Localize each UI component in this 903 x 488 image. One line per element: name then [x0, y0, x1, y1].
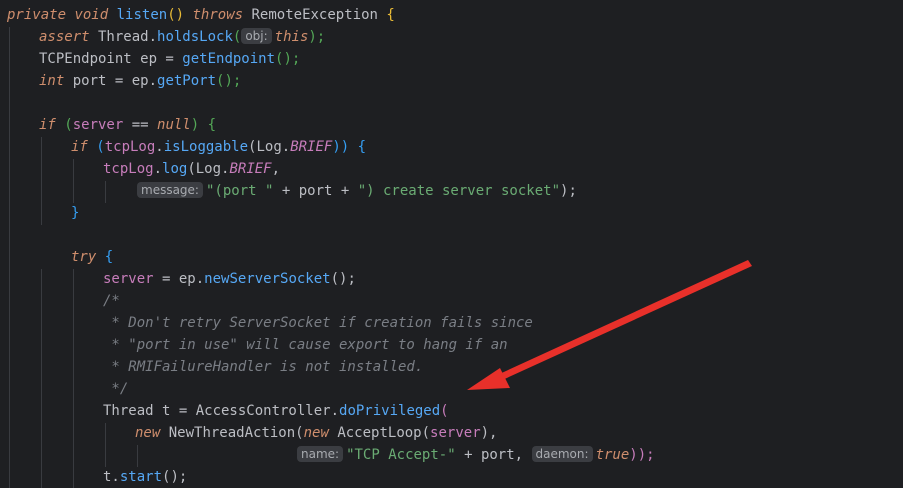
code-line[interactable]: } [0, 202, 903, 224]
code-text: TCPEndpoint ep = [39, 51, 183, 67]
method-call: getEndpoint [182, 51, 276, 67]
keyword: new [303, 425, 329, 441]
field-ref: tcpLog [104, 139, 156, 155]
method-call: holdsLock [157, 29, 233, 45]
code-text: (Log. [248, 139, 291, 155]
keyword: private [7, 7, 67, 23]
constant: BRIEF [290, 139, 333, 155]
code-line[interactable]: assert Thread.holdsLock(obj: this); [0, 26, 903, 48]
code-text: , [271, 161, 281, 177]
field-ref: server [72, 117, 124, 133]
code-text: RemoteException [243, 7, 387, 23]
paren: )); [629, 447, 655, 463]
comment-line[interactable]: /* [0, 290, 903, 312]
keyword: if [39, 117, 56, 133]
code-text: ), [480, 425, 498, 441]
paren: ); [308, 29, 326, 45]
code-line[interactable]: TCPEndpoint ep = getEndpoint(); [0, 48, 903, 70]
code-text: Thread t = AccessController. [103, 403, 340, 419]
code-line[interactable]: name: "TCP Accept-" + port, daemon: true))… [0, 444, 903, 466]
code-line[interactable]: if (server == null) { [0, 114, 903, 136]
code-line[interactable]: message: "(port " + port + ") create serv… [0, 180, 903, 202]
field-ref: server [103, 271, 154, 287]
string-literal: ") create server socket" [357, 183, 561, 199]
code-text: Thread. [89, 29, 158, 45]
comment-line[interactable]: * "port in use" will cause export to han… [0, 334, 903, 356]
code-text: (); [330, 271, 356, 287]
code-text: AcceptLoop( [328, 425, 431, 441]
keyword: true [595, 447, 630, 463]
code-text: (); [162, 469, 188, 485]
method-call: start [119, 469, 163, 485]
brace: { [96, 249, 114, 265]
paren: ) { [190, 117, 217, 133]
parameter-hint: daemon: [531, 446, 593, 462]
comment-line[interactable]: * RMIFailureHandler is not installed. [0, 356, 903, 378]
parameter-hint: message: [137, 182, 203, 198]
paren: )) { [332, 139, 367, 155]
paren: ( [232, 29, 242, 45]
code-line[interactable]: server = ep.newServerSocket(); [0, 268, 903, 290]
paren: ( [440, 403, 449, 419]
method-name: listen [116, 7, 168, 23]
code-text: (Log. [187, 161, 230, 177]
parameter-hint: name: [297, 446, 344, 462]
code-text: ); [560, 183, 577, 199]
parameter-hint: obj: [241, 28, 272, 44]
code-text: . [155, 139, 164, 155]
code-text: port = ep. [64, 73, 158, 89]
keyword: assert [39, 29, 90, 45]
code-line[interactable]: if (tcpLog.isLoggable(Log.BRIEF)) { [0, 136, 903, 158]
code-text: t. [103, 469, 120, 485]
code-text: = ep. [153, 271, 205, 287]
constant: BRIEF [229, 161, 272, 177]
code-line[interactable]: t.start(); [0, 466, 903, 488]
brace: { [386, 7, 395, 23]
field-ref: tcpLog [103, 161, 154, 177]
keyword: throws [192, 7, 244, 23]
code-text: + port, [455, 447, 532, 463]
paren: ( [87, 139, 105, 155]
code-text: NewThreadAction( [160, 425, 304, 441]
code-line[interactable]: try { [0, 246, 903, 268]
code-editor[interactable]: private void listen() throws RemoteExcep… [0, 0, 903, 488]
keyword: if [71, 139, 88, 155]
keyword: new [135, 425, 161, 441]
code-line[interactable]: int port = ep.getPort(); [0, 70, 903, 92]
brace: } [71, 205, 80, 221]
comment-line[interactable]: */ [0, 378, 903, 400]
comment-line[interactable]: * Don't retry ServerSocket if creation f… [0, 312, 903, 334]
method-call: log [162, 161, 188, 177]
method-call: doPrivileged [339, 403, 441, 419]
code-line[interactable]: tcpLog.log(Log.BRIEF, [0, 158, 903, 180]
method-call: getPort [157, 73, 217, 89]
string-literal: "(port " [205, 183, 274, 199]
string-literal: "TCP Accept-" [346, 447, 456, 463]
code-text: == [123, 117, 158, 133]
code-text: + port + [273, 183, 358, 199]
code-line[interactable]: private void listen() throws RemoteExcep… [0, 4, 903, 26]
paren: (); [275, 51, 301, 67]
keyword: this [274, 29, 309, 45]
code-line[interactable]: new NewThreadAction(new AcceptLoop(serve… [0, 422, 903, 444]
paren: () [167, 7, 185, 23]
keyword: try [71, 249, 97, 265]
paren: (); [216, 73, 242, 89]
field-ref: server [430, 425, 481, 441]
keyword: null [157, 117, 191, 133]
method-call: newServerSocket [204, 271, 331, 287]
method-call: isLoggable [163, 139, 249, 155]
code-text: . [153, 161, 163, 177]
paren: ( [55, 117, 73, 133]
keyword: int [39, 73, 65, 89]
keyword: void [74, 7, 109, 23]
code-line[interactable]: Thread t = AccessController.doPrivileged… [0, 400, 903, 422]
